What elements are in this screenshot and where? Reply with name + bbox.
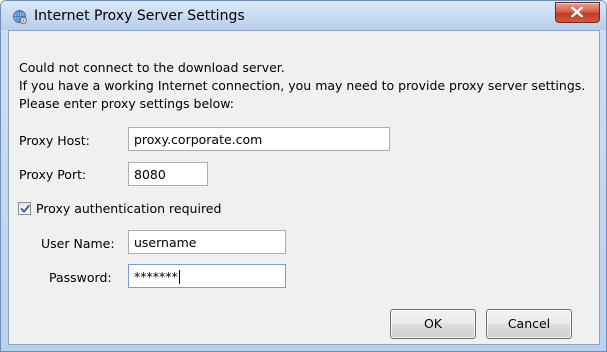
message-line-2: If you have a working Internet connectio… bbox=[19, 78, 586, 93]
title-bar[interactable]: Internet Proxy Server Settings bbox=[1, 1, 606, 30]
proxy-auth-label[interactable]: Proxy authentication required bbox=[36, 201, 221, 216]
proxy-settings-dialog: Internet Proxy Server Settings Could not… bbox=[0, 0, 607, 352]
close-button[interactable] bbox=[555, 2, 600, 23]
password-value: ******* bbox=[134, 269, 178, 284]
password-label: Password: bbox=[49, 270, 112, 285]
close-x-icon bbox=[571, 7, 583, 17]
message-line-1: Could not connect to the download server… bbox=[19, 60, 285, 75]
proxy-port-input[interactable]: 8080 bbox=[128, 162, 208, 186]
message-line-3: Please enter proxy settings below: bbox=[19, 96, 235, 111]
cancel-button[interactable]: Cancel bbox=[486, 309, 572, 339]
proxy-port-label: Proxy Port: bbox=[19, 167, 87, 182]
proxy-host-input[interactable]: proxy.corporate.com bbox=[128, 127, 390, 151]
password-input[interactable]: ******* bbox=[128, 264, 286, 288]
proxy-auth-checkbox[interactable] bbox=[18, 202, 31, 215]
text-caret bbox=[178, 270, 180, 284]
user-name-input[interactable]: username bbox=[128, 230, 286, 254]
user-name-label: User Name: bbox=[41, 236, 115, 251]
check-icon bbox=[20, 204, 30, 213]
globe-gear-icon bbox=[11, 8, 28, 25]
window-title: Internet Proxy Server Settings bbox=[34, 8, 245, 24]
proxy-host-label: Proxy Host: bbox=[19, 133, 90, 148]
dialog-content: Could not connect to the download server… bbox=[8, 30, 600, 345]
ok-button[interactable]: OK bbox=[390, 309, 476, 339]
